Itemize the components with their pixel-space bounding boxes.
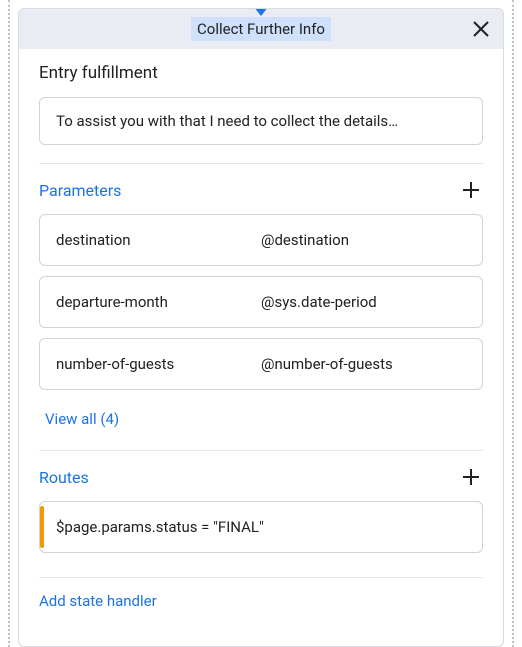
close-icon [472, 20, 490, 38]
plus-icon [461, 467, 481, 487]
parameters-head: Parameters [39, 178, 483, 202]
panel-content: Entry fulfillment To assist you with tha… [19, 49, 503, 610]
parameter-name: departure-month [56, 293, 261, 311]
page-panel: Collect Further Info Entry fulfillment T… [18, 8, 504, 647]
routes-title[interactable]: Routes [39, 468, 89, 487]
panel-header: Collect Further Info [19, 9, 503, 49]
parameter-type: @destination [261, 231, 466, 249]
parameter-row[interactable]: departure-month @sys.date-period [39, 276, 483, 328]
parameters-title[interactable]: Parameters [39, 181, 121, 200]
parameter-type: @sys.date-period [261, 293, 466, 311]
parameters-section: Parameters destination @destination depa… [39, 164, 483, 451]
route-condition: $page.params.status = "FINAL" [56, 518, 264, 536]
parameter-name: destination [56, 231, 261, 249]
entry-fulfillment-text[interactable]: To assist you with that I need to collec… [39, 97, 483, 145]
parameter-type: @number-of-guests [261, 355, 466, 373]
panel-title: Collect Further Info [191, 17, 331, 41]
routes-section: Routes $page.params.status = "FINAL" [39, 451, 483, 578]
plus-icon [461, 180, 481, 200]
add-route-button[interactable] [459, 465, 483, 489]
add-parameter-button[interactable] [459, 178, 483, 202]
entry-fulfillment-section: Entry fulfillment To assist you with tha… [39, 49, 483, 164]
entry-fulfillment-title: Entry fulfillment [39, 63, 483, 83]
parameter-row[interactable]: number-of-guests @number-of-guests [39, 338, 483, 390]
view-all-parameters-link[interactable]: View all (4) [39, 400, 125, 432]
routes-head: Routes [39, 465, 483, 489]
close-button[interactable] [469, 17, 493, 41]
incoming-arrow-icon [254, 8, 268, 16]
add-state-handler-link[interactable]: Add state handler [39, 578, 483, 610]
parameter-name: number-of-guests [56, 355, 261, 373]
parameter-row[interactable]: destination @destination [39, 214, 483, 266]
route-row[interactable]: $page.params.status = "FINAL" [39, 501, 483, 553]
